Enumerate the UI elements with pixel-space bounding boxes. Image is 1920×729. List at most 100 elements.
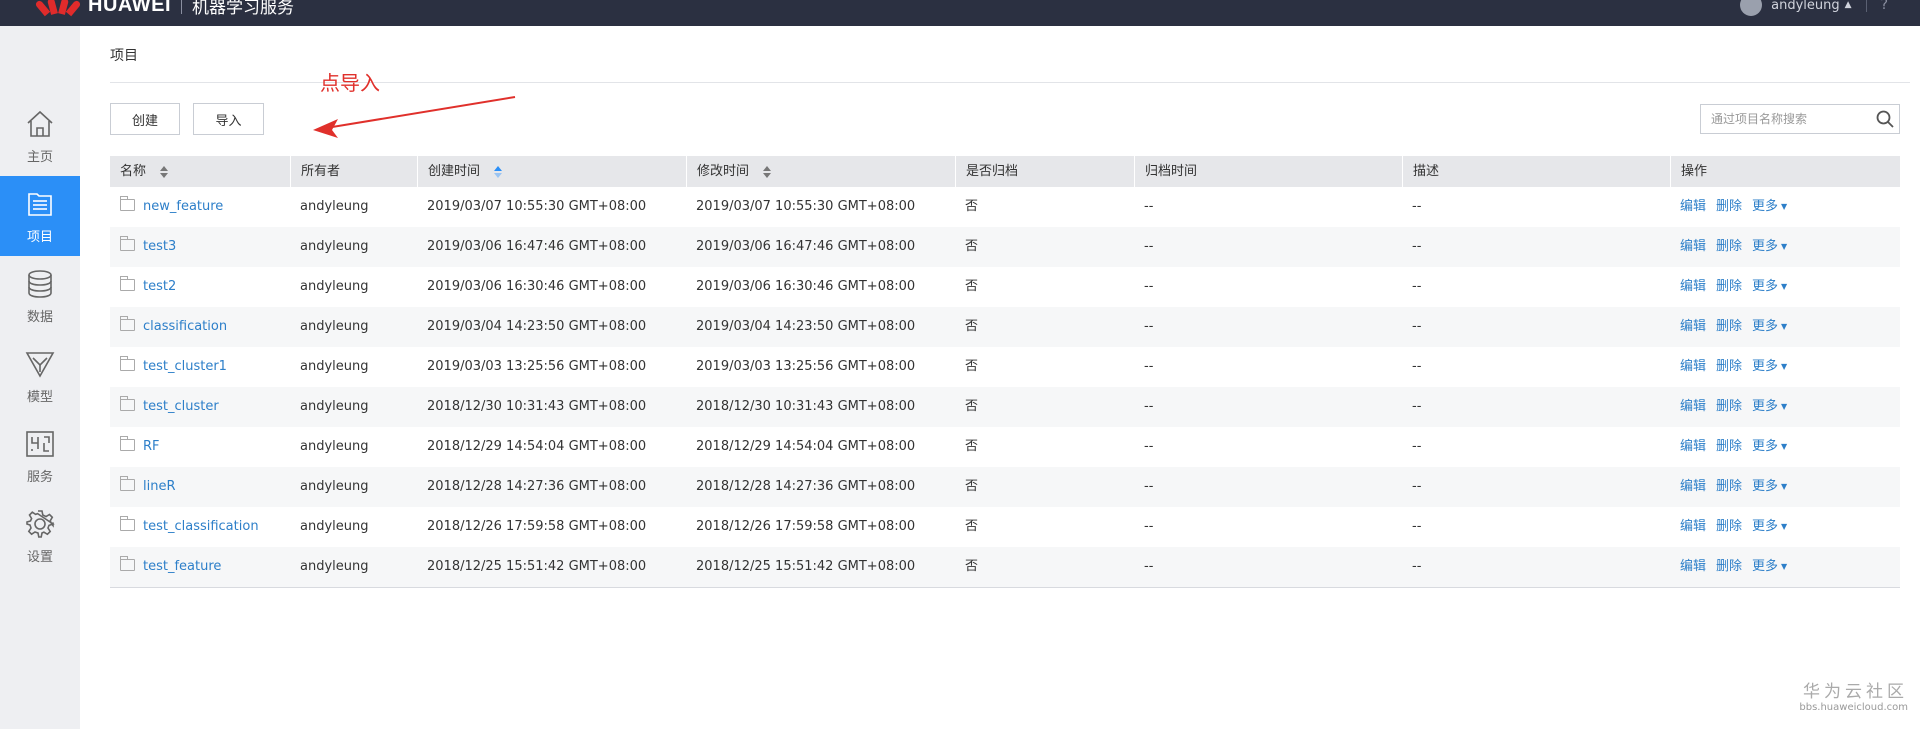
project-name-link[interactable]: test3 xyxy=(143,239,176,254)
edit-link[interactable]: 编辑 xyxy=(1680,279,1706,294)
project-name-link[interactable]: test_cluster xyxy=(143,399,219,414)
cell-created: 2019/03/03 13:25:56 GMT+08:00 xyxy=(427,359,647,374)
project-name-link[interactable]: test_feature xyxy=(143,559,221,574)
delete-link[interactable]: 删除 xyxy=(1716,199,1742,214)
projects-table: 名称 所有者 创建时间 修改时间 是否归档 归档时间 描述 操作 new_fea… xyxy=(110,156,1900,588)
table-header: 名称 所有者 创建时间 修改时间 是否归档 归档时间 描述 操作 xyxy=(110,156,1900,187)
cell-modified: 2019/03/06 16:30:46 GMT+08:00 xyxy=(696,279,916,294)
sidebar-item-settings[interactable]: 设置 xyxy=(0,496,80,576)
folder-icon xyxy=(120,556,135,571)
delete-link[interactable]: 删除 xyxy=(1716,439,1742,454)
edit-link[interactable]: 编辑 xyxy=(1680,199,1706,214)
cell-name: test2 xyxy=(110,267,176,307)
search-box[interactable] xyxy=(1700,104,1900,134)
cell-actions: 编辑 删除 更多 ▼ xyxy=(1670,227,1797,267)
more-dropdown[interactable]: 更多 ▼ xyxy=(1752,439,1787,454)
delete-link[interactable]: 删除 xyxy=(1716,559,1742,574)
cell-created: 2018/12/25 15:51:42 GMT+08:00 xyxy=(427,559,647,574)
project-name-link[interactable]: test2 xyxy=(143,279,176,294)
project-name-link[interactable]: new_feature xyxy=(143,199,223,214)
user-menu[interactable]: andyleung ▲ ? xyxy=(1740,0,1888,18)
create-button[interactable]: 创建 xyxy=(110,103,180,135)
cell-name: test3 xyxy=(110,227,176,267)
column-header-name[interactable]: 名称 xyxy=(110,156,290,187)
cell-desc: -- xyxy=(1412,559,1422,574)
sort-icon[interactable] xyxy=(160,165,169,178)
import-button[interactable]: 导入 xyxy=(193,103,264,135)
more-dropdown[interactable]: 更多 ▼ xyxy=(1752,399,1787,414)
cell-archive-time: -- xyxy=(1144,399,1154,414)
cell-archived: 否 xyxy=(965,279,979,294)
search-icon[interactable] xyxy=(1871,105,1899,133)
table-row: test3 andyleung 2019/03/06 16:47:46 GMT+08… xyxy=(110,227,1900,267)
sidebar-item-data[interactable]: 数据 xyxy=(0,256,80,336)
cell-modified: 2018/12/30 10:31:43 GMT+08:00 xyxy=(696,399,916,414)
sidebar-item-home[interactable]: 主页 xyxy=(0,96,80,176)
cell-archived: 否 xyxy=(965,519,979,534)
table-row: test_cluster andyleung 2018/12/30 10:31:43… xyxy=(110,387,1900,427)
delete-link[interactable]: 删除 xyxy=(1716,519,1742,534)
column-header-archived: 是否归档 xyxy=(955,156,1134,187)
sort-icon[interactable] xyxy=(763,165,772,178)
table-row: test_classification andyleung 2018/12/26 1… xyxy=(110,507,1900,547)
cell-actions: 编辑 删除 更多 ▼ xyxy=(1670,427,1797,467)
edit-link[interactable]: 编辑 xyxy=(1680,439,1706,454)
more-dropdown[interactable]: 更多 ▼ xyxy=(1752,279,1787,294)
delete-link[interactable]: 删除 xyxy=(1716,319,1742,334)
table-row: lineR andyleung 2018/12/28 14:27:36 GMT+08… xyxy=(110,467,1900,507)
cell-archive-time: -- xyxy=(1144,559,1154,574)
model-funnel-icon xyxy=(25,351,55,378)
help-icon[interactable]: ? xyxy=(1881,0,1888,13)
edit-link[interactable]: 编辑 xyxy=(1680,559,1706,574)
cell-modified: 2019/03/03 13:25:56 GMT+08:00 xyxy=(696,359,916,374)
more-dropdown[interactable]: 更多 ▼ xyxy=(1752,319,1787,334)
edit-link[interactable]: 编辑 xyxy=(1680,479,1706,494)
delete-link[interactable]: 删除 xyxy=(1716,399,1742,414)
annotation-arrow-icon xyxy=(313,96,516,138)
more-dropdown[interactable]: 更多 ▼ xyxy=(1752,199,1787,214)
sidebar-item-project[interactable]: 项目 xyxy=(0,176,80,256)
more-dropdown[interactable]: 更多 ▼ xyxy=(1752,519,1787,534)
edit-link[interactable]: 编辑 xyxy=(1680,359,1706,374)
cell-modified: 2019/03/06 16:47:46 GMT+08:00 xyxy=(696,239,916,254)
folder-icon xyxy=(120,276,135,291)
edit-link[interactable]: 编辑 xyxy=(1680,399,1706,414)
top-bar: HUAWEI 机器学习服务 andyleung ▲ ? xyxy=(0,0,1920,26)
table-row: new_feature andyleung 2019/03/07 10:55:30 … xyxy=(110,187,1900,227)
edit-link[interactable]: 编辑 xyxy=(1680,319,1706,334)
sidebar: 主页 项目 数据 模型 服务 设置 xyxy=(0,26,80,729)
huawei-logo[interactable]: HUAWEI 机器学习服务 xyxy=(34,0,294,18)
sidebar-item-service[interactable]: 服务 xyxy=(0,416,80,496)
cell-name: RF xyxy=(110,427,160,467)
delete-link[interactable]: 删除 xyxy=(1716,279,1742,294)
cell-archive-time: -- xyxy=(1144,479,1154,494)
cell-actions: 编辑 删除 更多 ▼ xyxy=(1670,307,1797,347)
cell-desc: -- xyxy=(1412,399,1422,414)
project-name-link[interactable]: test_classification xyxy=(143,519,259,534)
delete-link[interactable]: 删除 xyxy=(1716,239,1742,254)
more-dropdown[interactable]: 更多 ▼ xyxy=(1752,479,1787,494)
username: andyleung xyxy=(1771,0,1840,13)
project-name-link[interactable]: classification xyxy=(143,319,227,334)
project-name-link[interactable]: test_cluster1 xyxy=(143,359,227,374)
delete-link[interactable]: 删除 xyxy=(1716,479,1742,494)
sort-active-icon[interactable] xyxy=(494,165,503,178)
more-dropdown[interactable]: 更多 ▼ xyxy=(1752,359,1787,374)
cell-archived: 否 xyxy=(965,559,979,574)
cell-desc: -- xyxy=(1412,279,1422,294)
more-dropdown[interactable]: 更多 ▼ xyxy=(1752,559,1787,574)
edit-link[interactable]: 编辑 xyxy=(1680,239,1706,254)
edit-link[interactable]: 编辑 xyxy=(1680,519,1706,534)
watermark: 华为云社区 bbs.huaweicloud.com xyxy=(1799,677,1908,713)
more-dropdown[interactable]: 更多 ▼ xyxy=(1752,239,1787,254)
delete-link[interactable]: 删除 xyxy=(1716,359,1742,374)
topbar-divider xyxy=(1865,0,1867,12)
sidebar-item-model[interactable]: 模型 xyxy=(0,336,80,416)
column-header-created[interactable]: 创建时间 xyxy=(417,156,686,187)
caret-down-icon: ▼ xyxy=(1781,202,1788,211)
search-input[interactable] xyxy=(1701,105,1871,133)
cell-actions: 编辑 删除 更多 ▼ xyxy=(1670,187,1797,227)
column-header-modified[interactable]: 修改时间 xyxy=(686,156,955,187)
project-name-link[interactable]: lineR xyxy=(143,479,176,494)
project-name-link[interactable]: RF xyxy=(143,439,160,454)
